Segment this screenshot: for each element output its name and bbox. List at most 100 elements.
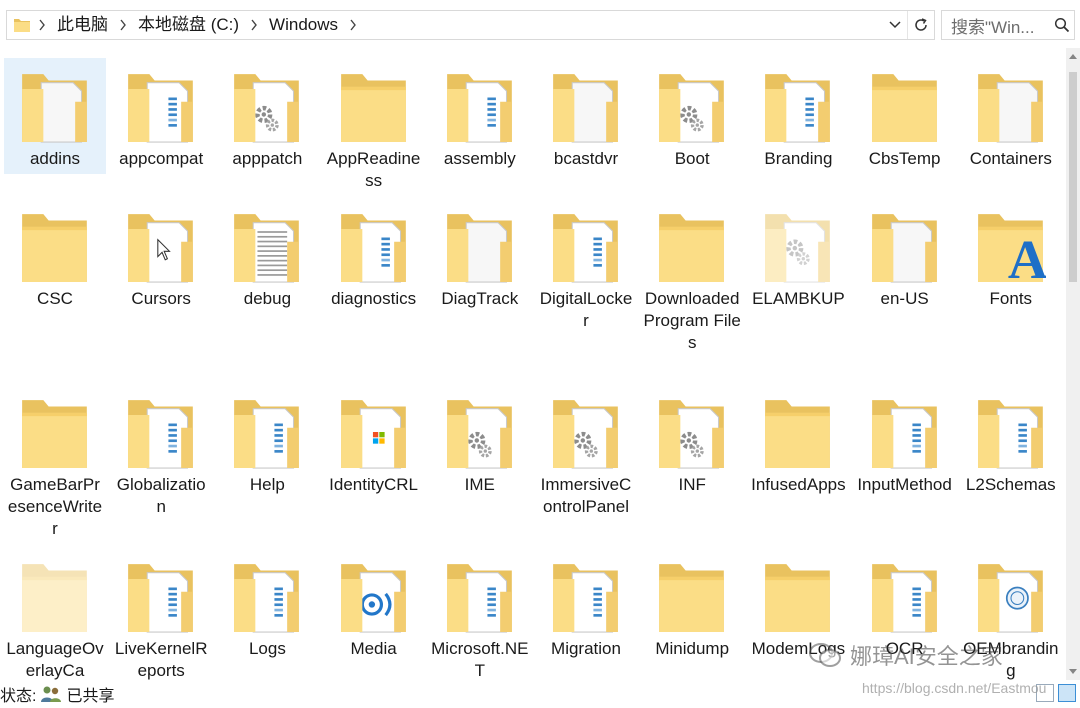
folder-label: ImmersiveControlPanel bbox=[540, 475, 632, 516]
refresh-icon bbox=[915, 18, 927, 31]
folder-item[interactable]: ModemLogs bbox=[747, 548, 849, 664]
folder-item[interactable]: Cursors bbox=[110, 198, 212, 314]
folder-icon bbox=[20, 206, 90, 286]
scrollbar-thumb[interactable] bbox=[1069, 72, 1077, 282]
folder-settings-icon bbox=[657, 392, 727, 472]
chevron-right-icon[interactable] bbox=[243, 10, 265, 40]
folder-item[interactable]: ELAMBKUP bbox=[747, 198, 849, 314]
search-box[interactable]: 搜索"Win... bbox=[941, 10, 1075, 40]
folder-item[interactable]: CbsTemp bbox=[854, 58, 956, 174]
folder-item[interactable]: appcompat bbox=[110, 58, 212, 174]
refresh-button[interactable] bbox=[907, 11, 934, 39]
folder-settings-icon bbox=[657, 66, 727, 146]
folder-label: Help bbox=[249, 475, 285, 494]
folder-document-icon bbox=[232, 556, 302, 636]
folder-item[interactable]: debug bbox=[216, 198, 318, 314]
folder-label: Media bbox=[350, 639, 397, 658]
details-view-button[interactable] bbox=[1036, 684, 1054, 702]
folder-label: Fonts bbox=[989, 289, 1033, 308]
folder-item[interactable]: Downloaded Program Files bbox=[641, 198, 743, 358]
folder-item[interactable]: A Fonts bbox=[960, 198, 1062, 314]
history-dropdown-button[interactable] bbox=[883, 10, 907, 40]
folder-item[interactable]: AppReadiness bbox=[323, 58, 425, 196]
folder-label: Boot bbox=[674, 149, 710, 168]
folder-item[interactable]: OCR bbox=[854, 548, 956, 664]
status-label: 状态: bbox=[0, 688, 37, 705]
folder-item[interactable]: OEMbranding bbox=[960, 548, 1062, 680]
folder-icon bbox=[763, 556, 833, 636]
folder-label: LanguageOverlayCa bbox=[6, 639, 104, 680]
folder-item[interactable]: DigitalLocker bbox=[535, 198, 637, 336]
folder-item[interactable]: IME bbox=[429, 384, 531, 500]
folder-item[interactable]: Help bbox=[216, 384, 318, 500]
folder-item[interactable]: InputMethod bbox=[854, 384, 956, 500]
folder-item[interactable]: addins bbox=[4, 58, 106, 174]
search-icon[interactable] bbox=[1050, 17, 1074, 33]
chevron-right-icon[interactable] bbox=[31, 10, 53, 40]
folder-windows-icon bbox=[339, 392, 409, 472]
folder-item[interactable]: L2Schemas bbox=[960, 384, 1062, 500]
folder-label: CSC bbox=[37, 289, 73, 308]
folder-item[interactable]: DiagTrack bbox=[429, 198, 531, 314]
breadcrumb-windows[interactable]: Windows bbox=[265, 10, 342, 40]
folder-label: CbsTemp bbox=[868, 149, 941, 168]
folder-item[interactable]: Media bbox=[323, 548, 425, 664]
folder-item[interactable]: bcastdvr bbox=[535, 58, 637, 174]
folder-item[interactable]: apppatch bbox=[216, 58, 318, 174]
chevron-right-icon[interactable] bbox=[112, 10, 134, 40]
chevron-right-icon[interactable] bbox=[342, 10, 364, 40]
folder-item[interactable]: Globalization bbox=[110, 384, 212, 522]
folder-text-icon bbox=[232, 206, 302, 286]
folder-document-icon bbox=[763, 66, 833, 146]
folder-label: assembly bbox=[443, 149, 516, 168]
faded-folder-icon bbox=[20, 556, 90, 636]
folder-label: Branding bbox=[764, 149, 833, 168]
scroll-up-icon[interactable] bbox=[1069, 54, 1077, 59]
folder-label: L2Schemas bbox=[965, 475, 1056, 494]
breadcrumb-local-disk[interactable]: 本地磁盘 (C:) bbox=[134, 10, 243, 40]
breadcrumb-this-pc[interactable]: 此电脑 bbox=[53, 10, 112, 40]
shared-status-text: 已共享 bbox=[66, 688, 115, 705]
folder-document-icon bbox=[445, 556, 515, 636]
folder-item[interactable]: assembly bbox=[429, 58, 531, 174]
folder-label: DigitalLocker bbox=[539, 289, 633, 330]
svg-text:A: A bbox=[1008, 229, 1046, 286]
folder-label: en-US bbox=[880, 289, 929, 308]
file-grid[interactable]: addins appcompat apppatch AppReadiness assem… bbox=[0, 48, 1066, 680]
folder-label: AppReadiness bbox=[326, 149, 421, 190]
folder-item[interactable]: IdentityCRL bbox=[323, 384, 425, 500]
folder-item[interactable]: InfusedApps bbox=[747, 384, 849, 500]
folder-item[interactable]: LiveKernelReports bbox=[110, 548, 212, 680]
folder-item[interactable]: Logs bbox=[216, 548, 318, 664]
scroll-down-icon[interactable] bbox=[1069, 669, 1077, 674]
folder-icon bbox=[14, 19, 30, 32]
folder-label: Minidump bbox=[655, 639, 730, 658]
vertical-scrollbar[interactable] bbox=[1066, 48, 1080, 680]
folder-settings-icon bbox=[551, 392, 621, 472]
folder-label: DiagTrack bbox=[441, 289, 519, 308]
folder-item[interactable]: CSC bbox=[4, 198, 106, 314]
folder-item[interactable]: Microsoft.NET bbox=[429, 548, 531, 680]
folder-document-icon bbox=[126, 392, 196, 472]
folder-icon bbox=[763, 392, 833, 472]
folder-item[interactable]: Branding bbox=[747, 58, 849, 174]
folder-item[interactable]: INF bbox=[641, 384, 743, 500]
folder-label: Cursors bbox=[131, 289, 191, 308]
search-input[interactable]: 搜索"Win... bbox=[942, 13, 1050, 38]
folder-item[interactable]: ImmersiveControlPanel bbox=[535, 384, 637, 522]
folder-item[interactable]: LanguageOverlayCa bbox=[4, 548, 106, 680]
fonts-folder-icon: A bbox=[976, 206, 1048, 290]
folder-item[interactable]: Containers bbox=[960, 58, 1062, 174]
folder-item[interactable]: diagnostics bbox=[323, 198, 425, 314]
large-icons-view-button[interactable] bbox=[1058, 684, 1076, 702]
folder-item[interactable]: Boot bbox=[641, 58, 743, 174]
folder-icon bbox=[657, 206, 727, 286]
folder-item[interactable]: en-US bbox=[854, 198, 956, 314]
folder-item[interactable]: Migration bbox=[535, 548, 637, 664]
folder-label: bcastdvr bbox=[553, 149, 619, 168]
folder-document-icon bbox=[870, 206, 940, 286]
folder-item[interactable]: Minidump bbox=[641, 548, 743, 664]
folder-item[interactable]: GameBarPresenceWriter bbox=[4, 384, 106, 544]
folder-document-icon bbox=[126, 66, 196, 146]
address-bar[interactable]: 此电脑 本地磁盘 (C:) Windows bbox=[6, 10, 935, 40]
